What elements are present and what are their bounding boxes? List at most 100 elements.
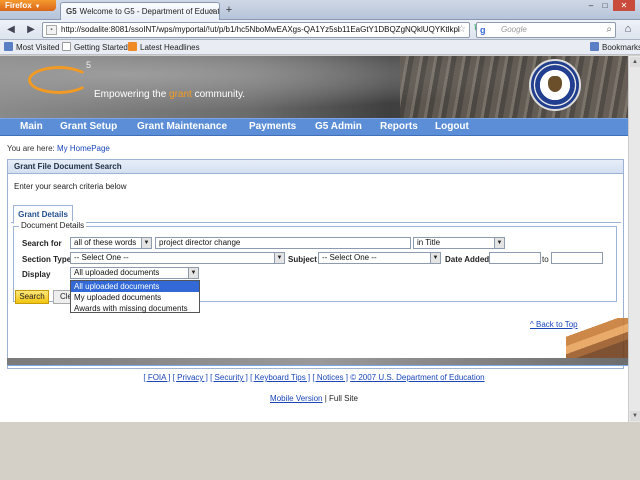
main-navigation: Main Grant Setup Grant Maintenance Payme… [0, 118, 628, 136]
tab-title: Welcome to G5 - Department of Educatio..… [79, 7, 220, 16]
search-scope-value: in Title [417, 238, 441, 247]
nav-reports[interactable]: Reports [380, 121, 418, 132]
home-icon[interactable]: ⌂ [620, 23, 636, 37]
bookmarks-menu-label: Bookmarks [602, 43, 640, 52]
search-text-input[interactable]: project director change [155, 237, 411, 249]
maximize-window-icon[interactable]: □ [598, 0, 612, 11]
search-mode-select[interactable]: all of these words ▼ [70, 237, 152, 249]
nav-main[interactable]: Main [20, 121, 43, 132]
site-version-switch: Mobile Version | Full Site [0, 394, 628, 403]
subject-value: -- Select One -- [322, 253, 377, 262]
date-added-label: Date Added [445, 255, 490, 264]
close-tab-icon[interactable]: × [210, 6, 215, 16]
search-button[interactable]: Search [15, 290, 49, 304]
address-url: http://sodalite:8081/ssoINT/wps/myportal… [61, 25, 460, 34]
nav-g5-admin[interactable]: G5 Admin [315, 121, 362, 132]
chevron-down-icon: ▼ [34, 4, 41, 10]
footer-link-foia[interactable]: [ FOIA ] [143, 373, 170, 382]
department-of-education-seal [529, 59, 581, 111]
nav-grant-maintenance[interactable]: Grant Maintenance [137, 121, 227, 132]
section-type-label: Section Type [22, 255, 72, 264]
tagline-prefix: Empowering the [94, 89, 170, 100]
rss-feed-icon [128, 42, 137, 51]
browser-tab-active[interactable]: G5 Welcome to G5 - Department of Educatio… [60, 2, 220, 20]
footer-link-copyright[interactable]: © 2007 U.S. Department of Education [350, 373, 484, 382]
eagle-icon [548, 76, 562, 92]
vertical-scrollbar[interactable]: ▲ ▼ [628, 56, 640, 422]
bookmark-label: Most Visited [16, 43, 60, 52]
chevron-down-icon: ▼ [430, 253, 440, 263]
display-label: Display [22, 270, 51, 279]
forward-arrow-icon[interactable]: ▶ [22, 22, 40, 38]
scroll-down-arrow-icon[interactable]: ▼ [630, 411, 640, 421]
g5-favicon-icon: G5 [66, 7, 77, 16]
browser-search-box[interactable]: g Google ⌕ [476, 22, 616, 38]
date-to-label: to [542, 255, 549, 264]
chevron-down-icon: ▼ [188, 268, 198, 278]
browser-nav-bar: ◀ ▶ ▪ http://sodalite:8081/ssoINT/wps/my… [0, 20, 640, 40]
bookmark-label: Getting Started [74, 43, 128, 52]
nav-logout[interactable]: Logout [435, 121, 469, 132]
bookmark-label: Latest Headlines [140, 43, 200, 52]
scroll-up-arrow-icon[interactable]: ▲ [630, 57, 640, 67]
search-icon[interactable]: ⌕ [606, 23, 612, 37]
bookmark-star-icon[interactable]: ☆ [457, 23, 466, 37]
breadcrumb-prefix: You are here: [7, 144, 57, 153]
breadcrumb-home-link[interactable]: My HomePage [57, 144, 110, 153]
display-select[interactable]: All uploaded documents ▼ [70, 267, 199, 279]
search-mode-value: all of these words [74, 238, 137, 247]
chevron-down-icon: ▼ [141, 238, 151, 248]
footer-link-notices[interactable]: [ Notices ] [312, 373, 348, 382]
subject-label: Subject [288, 255, 317, 264]
bookmarks-menu[interactable]: Bookmarks [590, 40, 640, 55]
section-type-select[interactable]: -- Select One -- ▼ [70, 252, 285, 264]
library-shelves-image [400, 56, 628, 118]
bookmark-most-visited[interactable]: Most Visited [4, 40, 59, 55]
display-options-list: All uploaded documents My uploaded docum… [70, 280, 200, 313]
fieldset-legend: Document Details [19, 221, 87, 230]
firefox-menu-button[interactable]: Firefox ▼ [0, 0, 56, 11]
section-type-value: -- Select One -- [74, 253, 129, 262]
bookmarks-toolbar: Most Visited Getting Started Latest Head… [0, 40, 640, 55]
footer-link-privacy[interactable]: [ Privacy ] [173, 373, 208, 382]
mobile-version-link[interactable]: Mobile Version [270, 394, 322, 403]
chevron-down-icon: ▼ [494, 238, 504, 248]
panel-title: Grant File Document Search [8, 160, 623, 174]
bookmarks-folder-icon [590, 42, 599, 51]
g5-logo-superscript: 5 [86, 60, 92, 70]
page-icon [62, 42, 71, 51]
display-option-missing[interactable]: Awards with missing documents [71, 303, 199, 314]
firefox-menu-label: Firefox [5, 1, 32, 10]
footer-link-security[interactable]: [ Security ] [210, 373, 248, 382]
date-to-input[interactable] [551, 252, 603, 264]
site-identity-icon[interactable]: ▪ [46, 25, 57, 35]
display-value: All uploaded documents [74, 268, 160, 277]
nav-grant-setup[interactable]: Grant Setup [60, 121, 117, 132]
browser-tab-bar: Firefox ▼ G5 Welcome to G5 - Department of… [0, 0, 640, 20]
minimize-window-icon[interactable]: – [584, 0, 598, 11]
display-option-mine[interactable]: My uploaded documents [71, 292, 199, 303]
search-for-label: Search for [22, 239, 62, 248]
subject-select[interactable]: -- Select One -- ▼ [318, 252, 441, 264]
search-text-value: project director change [159, 238, 241, 247]
display-option-all[interactable]: All uploaded documents [71, 281, 199, 292]
close-window-icon[interactable]: ✕ [613, 0, 635, 11]
bookmark-getting-started[interactable]: Getting Started [62, 40, 128, 55]
footer-link-keyboard-tips[interactable]: [ Keyboard Tips ] [250, 373, 310, 382]
nav-payments[interactable]: Payments [249, 121, 296, 132]
tagline-highlight: grant [169, 89, 192, 100]
web-page: 5 Empowering the grant community. Main G… [0, 56, 628, 480]
bookmark-latest-headlines[interactable]: Latest Headlines [128, 40, 200, 55]
back-arrow-icon[interactable]: ◀ [2, 22, 20, 38]
new-tab-button[interactable]: + [222, 4, 236, 18]
address-bar[interactable]: ▪ http://sodalite:8081/ssoINT/wps/myport… [42, 22, 470, 38]
date-from-input[interactable] [489, 252, 541, 264]
chevron-down-icon: ▼ [274, 253, 284, 263]
google-icon[interactable]: g [480, 25, 486, 35]
panel-tabs: Grant Details [11, 203, 621, 224]
footer-links: [ FOIA ] [ Privacy ] [ Security ] [ Keyb… [0, 373, 628, 382]
breadcrumb: You are here: My HomePage [7, 144, 110, 153]
full-site-label: Full Site [329, 394, 358, 403]
search-scope-select[interactable]: in Title ▼ [413, 237, 505, 249]
footer-divider [7, 358, 628, 366]
